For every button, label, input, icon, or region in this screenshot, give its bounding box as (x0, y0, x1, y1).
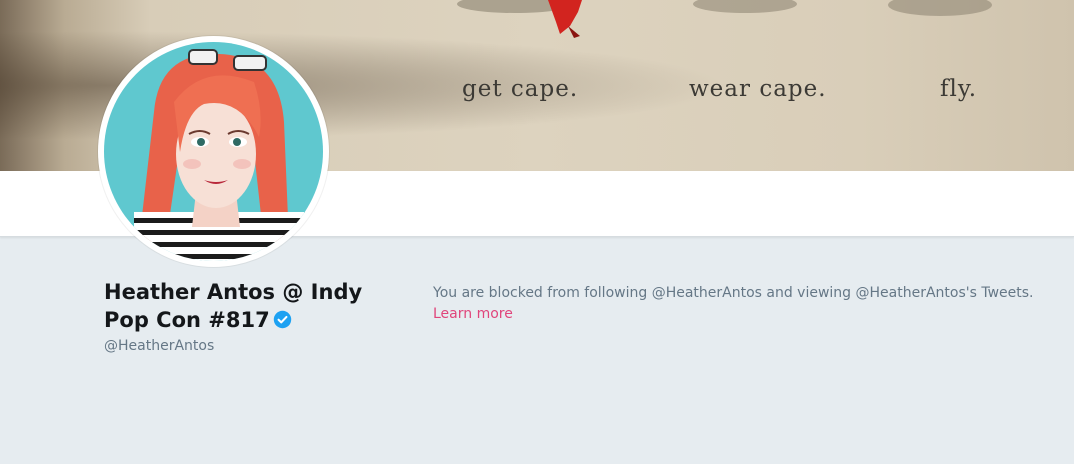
profile-display-name: Heather Antos @ Indy Pop Con #817 (104, 278, 374, 336)
banner-caption-get-cape: get cape. (462, 76, 579, 102)
verified-badge-icon (273, 308, 292, 336)
display-name-text: Heather Antos @ Indy Pop Con #817 (104, 280, 363, 332)
learn-more-link[interactable]: Learn more (433, 306, 513, 322)
profile-avatar[interactable] (98, 36, 329, 267)
avatar-illustration (104, 42, 323, 261)
banner-caption-wear-cape: wear cape. (689, 76, 827, 102)
banner-caption-fly: fly. (940, 76, 978, 102)
profile-handle[interactable]: @HeatherAntos (104, 338, 214, 354)
blocked-notice: You are blocked from following @HeatherA… (433, 283, 1073, 325)
blocked-notice-text: You are blocked from following @HeatherA… (433, 285, 1034, 301)
